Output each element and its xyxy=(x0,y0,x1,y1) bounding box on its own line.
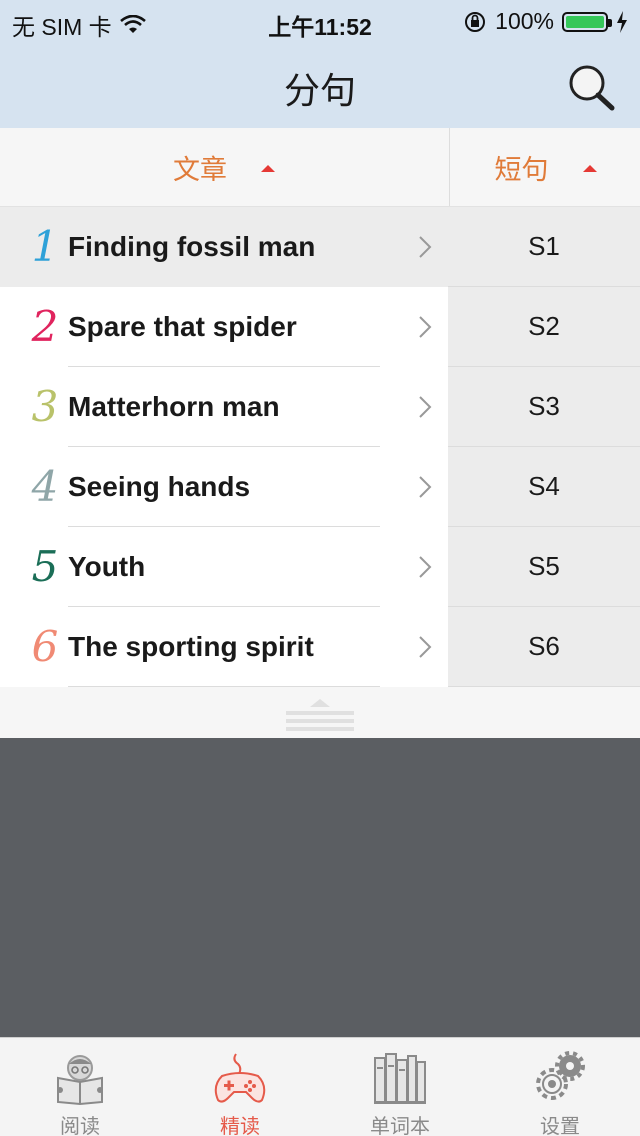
battery-icon xyxy=(562,11,612,32)
number-2-icon: 2 xyxy=(31,302,59,349)
article-title: Spare that spider xyxy=(68,311,297,342)
svg-text:1: 1 xyxy=(32,222,59,269)
article-title: The sporting spirit xyxy=(68,631,314,662)
tab-label: 设置 xyxy=(540,1116,580,1136)
article-row[interactable]: 6 The sporting spirit xyxy=(0,607,448,687)
tab-intensive-reading[interactable]: 精读 xyxy=(160,1038,320,1136)
tab-vocabulary[interactable]: 单词本 xyxy=(320,1038,480,1136)
sort-sentences-header[interactable]: 短句 xyxy=(449,128,640,206)
number-6-icon: 6 xyxy=(32,622,59,669)
gear-icon xyxy=(536,1051,585,1100)
number-3-icon: 3 xyxy=(32,382,59,429)
svg-text:6: 6 xyxy=(32,622,59,669)
sentence-item[interactable]: S2 xyxy=(448,287,640,367)
sentence-item[interactable]: S3 xyxy=(448,367,640,447)
gamepad-icon xyxy=(214,1053,266,1103)
sentence-item[interactable]: S4 xyxy=(448,447,640,527)
tab-label: 精读 xyxy=(220,1116,260,1136)
reading-book-icon xyxy=(57,1055,103,1106)
top-bar: 无 SIM 卡 上午11:52 100% 分句 xyxy=(0,0,640,128)
sentences-header-label: 短句 xyxy=(494,154,549,185)
number-4-icon: 4 xyxy=(31,462,59,509)
article-title: Finding fossil man xyxy=(68,231,316,262)
number-1-icon: 1 xyxy=(32,222,59,269)
article-row[interactable]: 3 Matterhorn man xyxy=(0,367,448,447)
chevron-right-icon xyxy=(419,556,432,578)
articles-header-label: 文章 xyxy=(173,154,227,185)
article-list: 1 Finding fossil man 2 Spare that spider… xyxy=(0,207,448,687)
article-row[interactable]: 1 Finding fossil man xyxy=(0,207,448,287)
svg-text:2: 2 xyxy=(31,302,59,349)
tab-bar: 阅读 精读 单词本 设置 xyxy=(0,1037,640,1136)
sort-up-arrow-icon xyxy=(582,164,597,172)
chevron-right-icon xyxy=(419,396,432,418)
drag-handle-icon[interactable] xyxy=(286,697,354,731)
page-title: 分句 xyxy=(283,70,356,111)
article-row[interactable]: 5 Youth xyxy=(0,527,448,607)
sentence-item[interactable]: S1 xyxy=(448,207,640,287)
status-bar: 无 SIM 卡 上午11:52 100% xyxy=(0,0,640,40)
battery-percent: 100% xyxy=(495,8,554,34)
article-title: Youth xyxy=(68,551,146,582)
number-5-icon: 5 xyxy=(32,542,59,589)
search-icon[interactable] xyxy=(566,62,616,112)
sentence-list: S1 S2 S3 S4 S5 S6 xyxy=(448,207,640,687)
article-title: Seeing hands xyxy=(68,471,251,502)
chevron-right-icon xyxy=(419,316,432,338)
books-icon xyxy=(374,1053,426,1104)
charging-icon xyxy=(617,10,627,33)
sentence-item[interactable]: S6 xyxy=(448,607,640,687)
article-row[interactable]: 2 Spare that spider xyxy=(0,287,448,367)
chevron-right-icon xyxy=(419,236,432,258)
svg-text:4: 4 xyxy=(31,462,59,509)
tab-reading[interactable]: 阅读 xyxy=(0,1038,160,1136)
svg-text:3: 3 xyxy=(32,382,59,429)
sort-up-arrow-icon xyxy=(261,164,275,172)
tab-label: 阅读 xyxy=(60,1116,100,1136)
svg-text:5: 5 xyxy=(32,542,59,589)
rotation-lock-icon xyxy=(465,11,486,32)
chevron-right-icon xyxy=(419,476,432,498)
tab-label: 单词本 xyxy=(370,1116,430,1136)
sort-articles-header[interactable]: 文章 xyxy=(0,128,448,206)
chevron-right-icon xyxy=(419,636,432,658)
article-row[interactable]: 4 Seeing hands xyxy=(0,447,448,527)
tab-settings[interactable]: 设置 xyxy=(480,1038,640,1136)
sentence-item[interactable]: S5 xyxy=(448,527,640,607)
article-title: Matterhorn man xyxy=(68,391,280,422)
list-header: 文章 短句 xyxy=(0,128,640,207)
